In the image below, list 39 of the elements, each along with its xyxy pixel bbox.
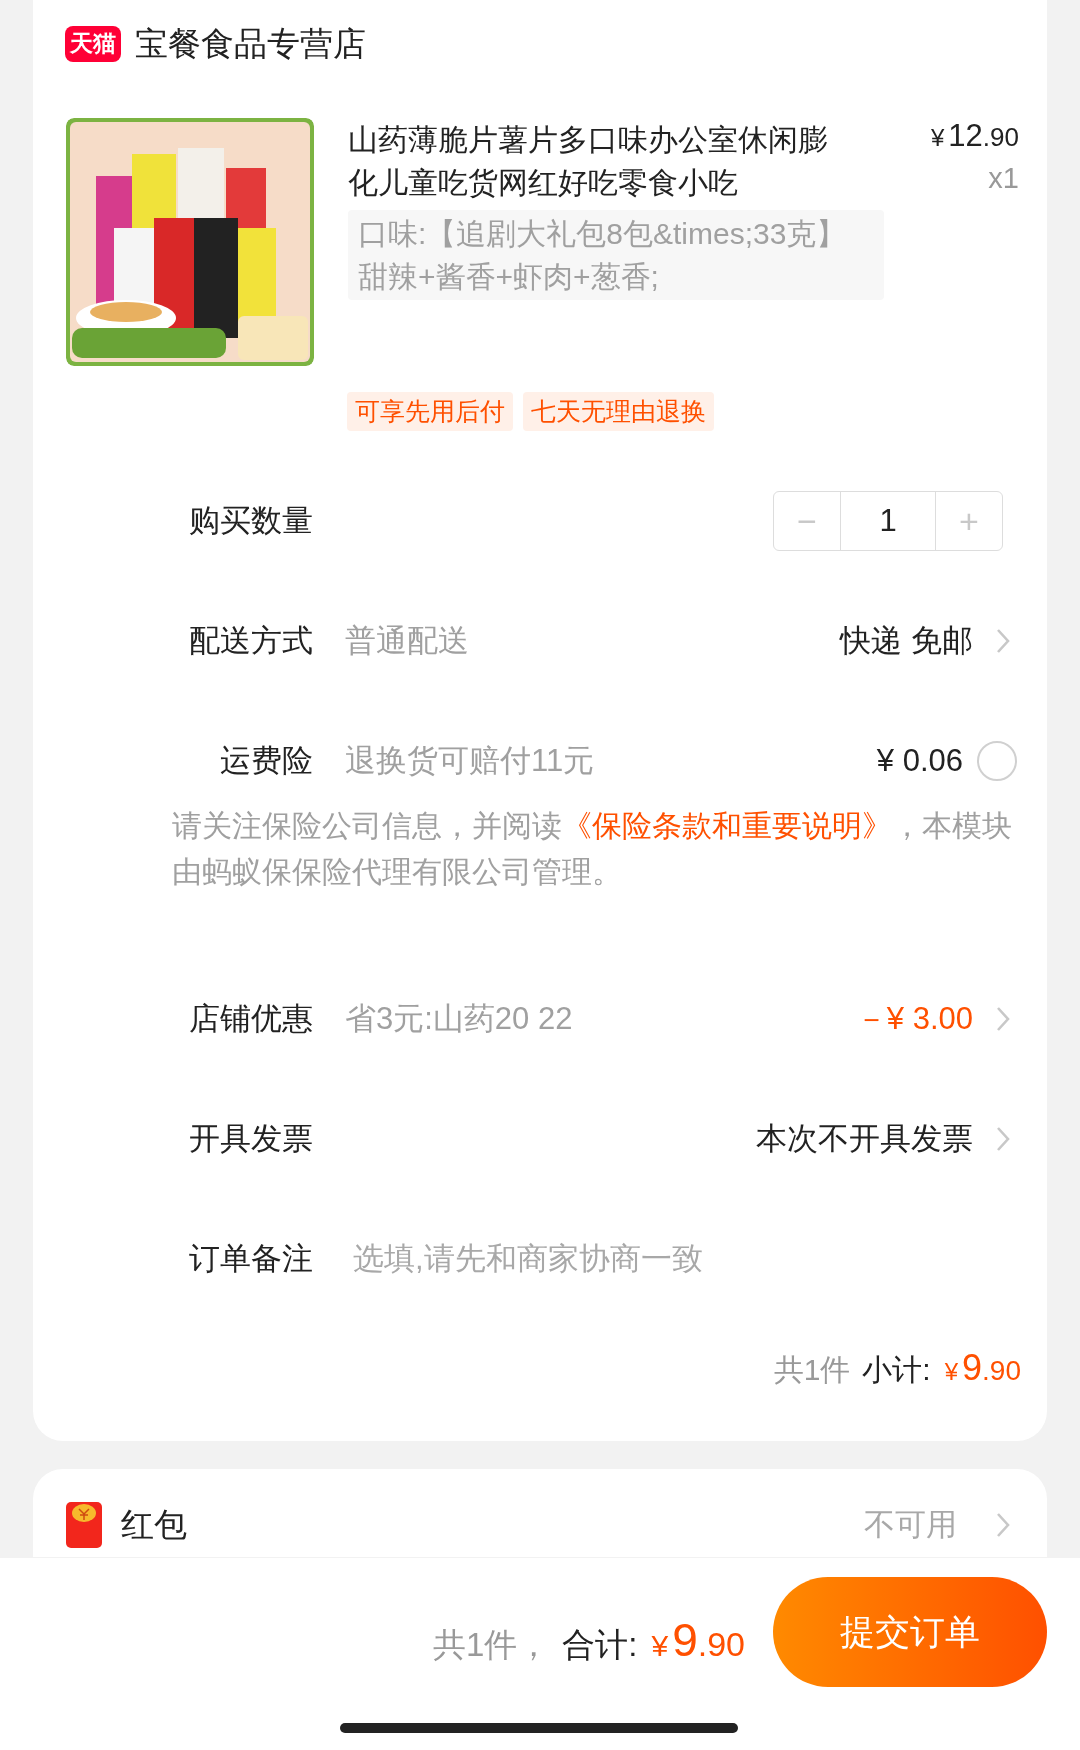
coupon-label: 红包	[121, 1505, 187, 1545]
quantity-label: x1	[987, 162, 1019, 195]
price: ¥9.90	[943, 1347, 1021, 1389]
coupon-status: 不可用	[864, 1506, 957, 1544]
row-value[interactable]: 快递 免邮	[840, 620, 973, 662]
quantity-value: 1	[840, 492, 936, 550]
chevron-icon	[995, 1125, 1011, 1153]
subtotal-label: 小计:	[862, 1352, 931, 1388]
service-tag: 可享先用后付	[347, 392, 513, 431]
store-name[interactable]: 宝餐食品专营店	[135, 21, 366, 67]
total-label: 合计:	[562, 1625, 638, 1665]
envelope-icon	[65, 1501, 103, 1549]
product-spec: 口味:【追剧大礼包8包&times;33克】甜辣+酱香+虾肉+葱香;	[348, 210, 884, 300]
service-tag: 七天无理由退换	[523, 392, 714, 431]
radio-button[interactable]	[977, 741, 1017, 781]
store-badge: 天猫	[65, 26, 121, 62]
row-detail: 普通配送	[345, 622, 469, 660]
insurance-price: ¥ 0.06	[876, 743, 963, 779]
price: ¥9.90	[650, 1613, 745, 1667]
price: ¥12.90	[931, 118, 1019, 153]
row-label: 购买数量	[188, 502, 314, 540]
chevron-icon	[995, 1005, 1011, 1033]
coupon-card[interactable]: 红包 不可用	[33, 1469, 1047, 1557]
item-count: 共1件	[773, 1352, 851, 1388]
home-indicator[interactable]	[340, 1723, 738, 1733]
row-label: 配送方式	[188, 622, 314, 660]
row-label: 店铺优惠	[188, 1000, 314, 1038]
row-label: 订单备注	[188, 1240, 314, 1278]
insurance-notice: 请关注保险公司信息，并阅读《保险条款和重要说明》，本模块由蚂蚁保保险代理有限公司管理。	[171, 808, 1013, 890]
row-detail: 退换货可赔付11元	[345, 742, 595, 780]
product-title[interactable]: 山药薄脆片薯片多口味办公室休闲膨化儿童吃货网红好吃零食小吃	[348, 118, 828, 204]
note-input-field[interactable]: 选填,请先和商家协商一致	[345, 1241, 1011, 1277]
row-label: 运费险	[219, 742, 314, 780]
row-value[interactable]: 本次不开具发票	[756, 1118, 973, 1160]
row-label: 开具发票	[188, 1120, 314, 1158]
chevron-icon	[995, 1511, 1011, 1539]
row-detail: 省3元:山药20 22	[345, 1000, 573, 1038]
item-count: 共1件，	[432, 1625, 551, 1665]
chevron-icon	[995, 627, 1011, 655]
